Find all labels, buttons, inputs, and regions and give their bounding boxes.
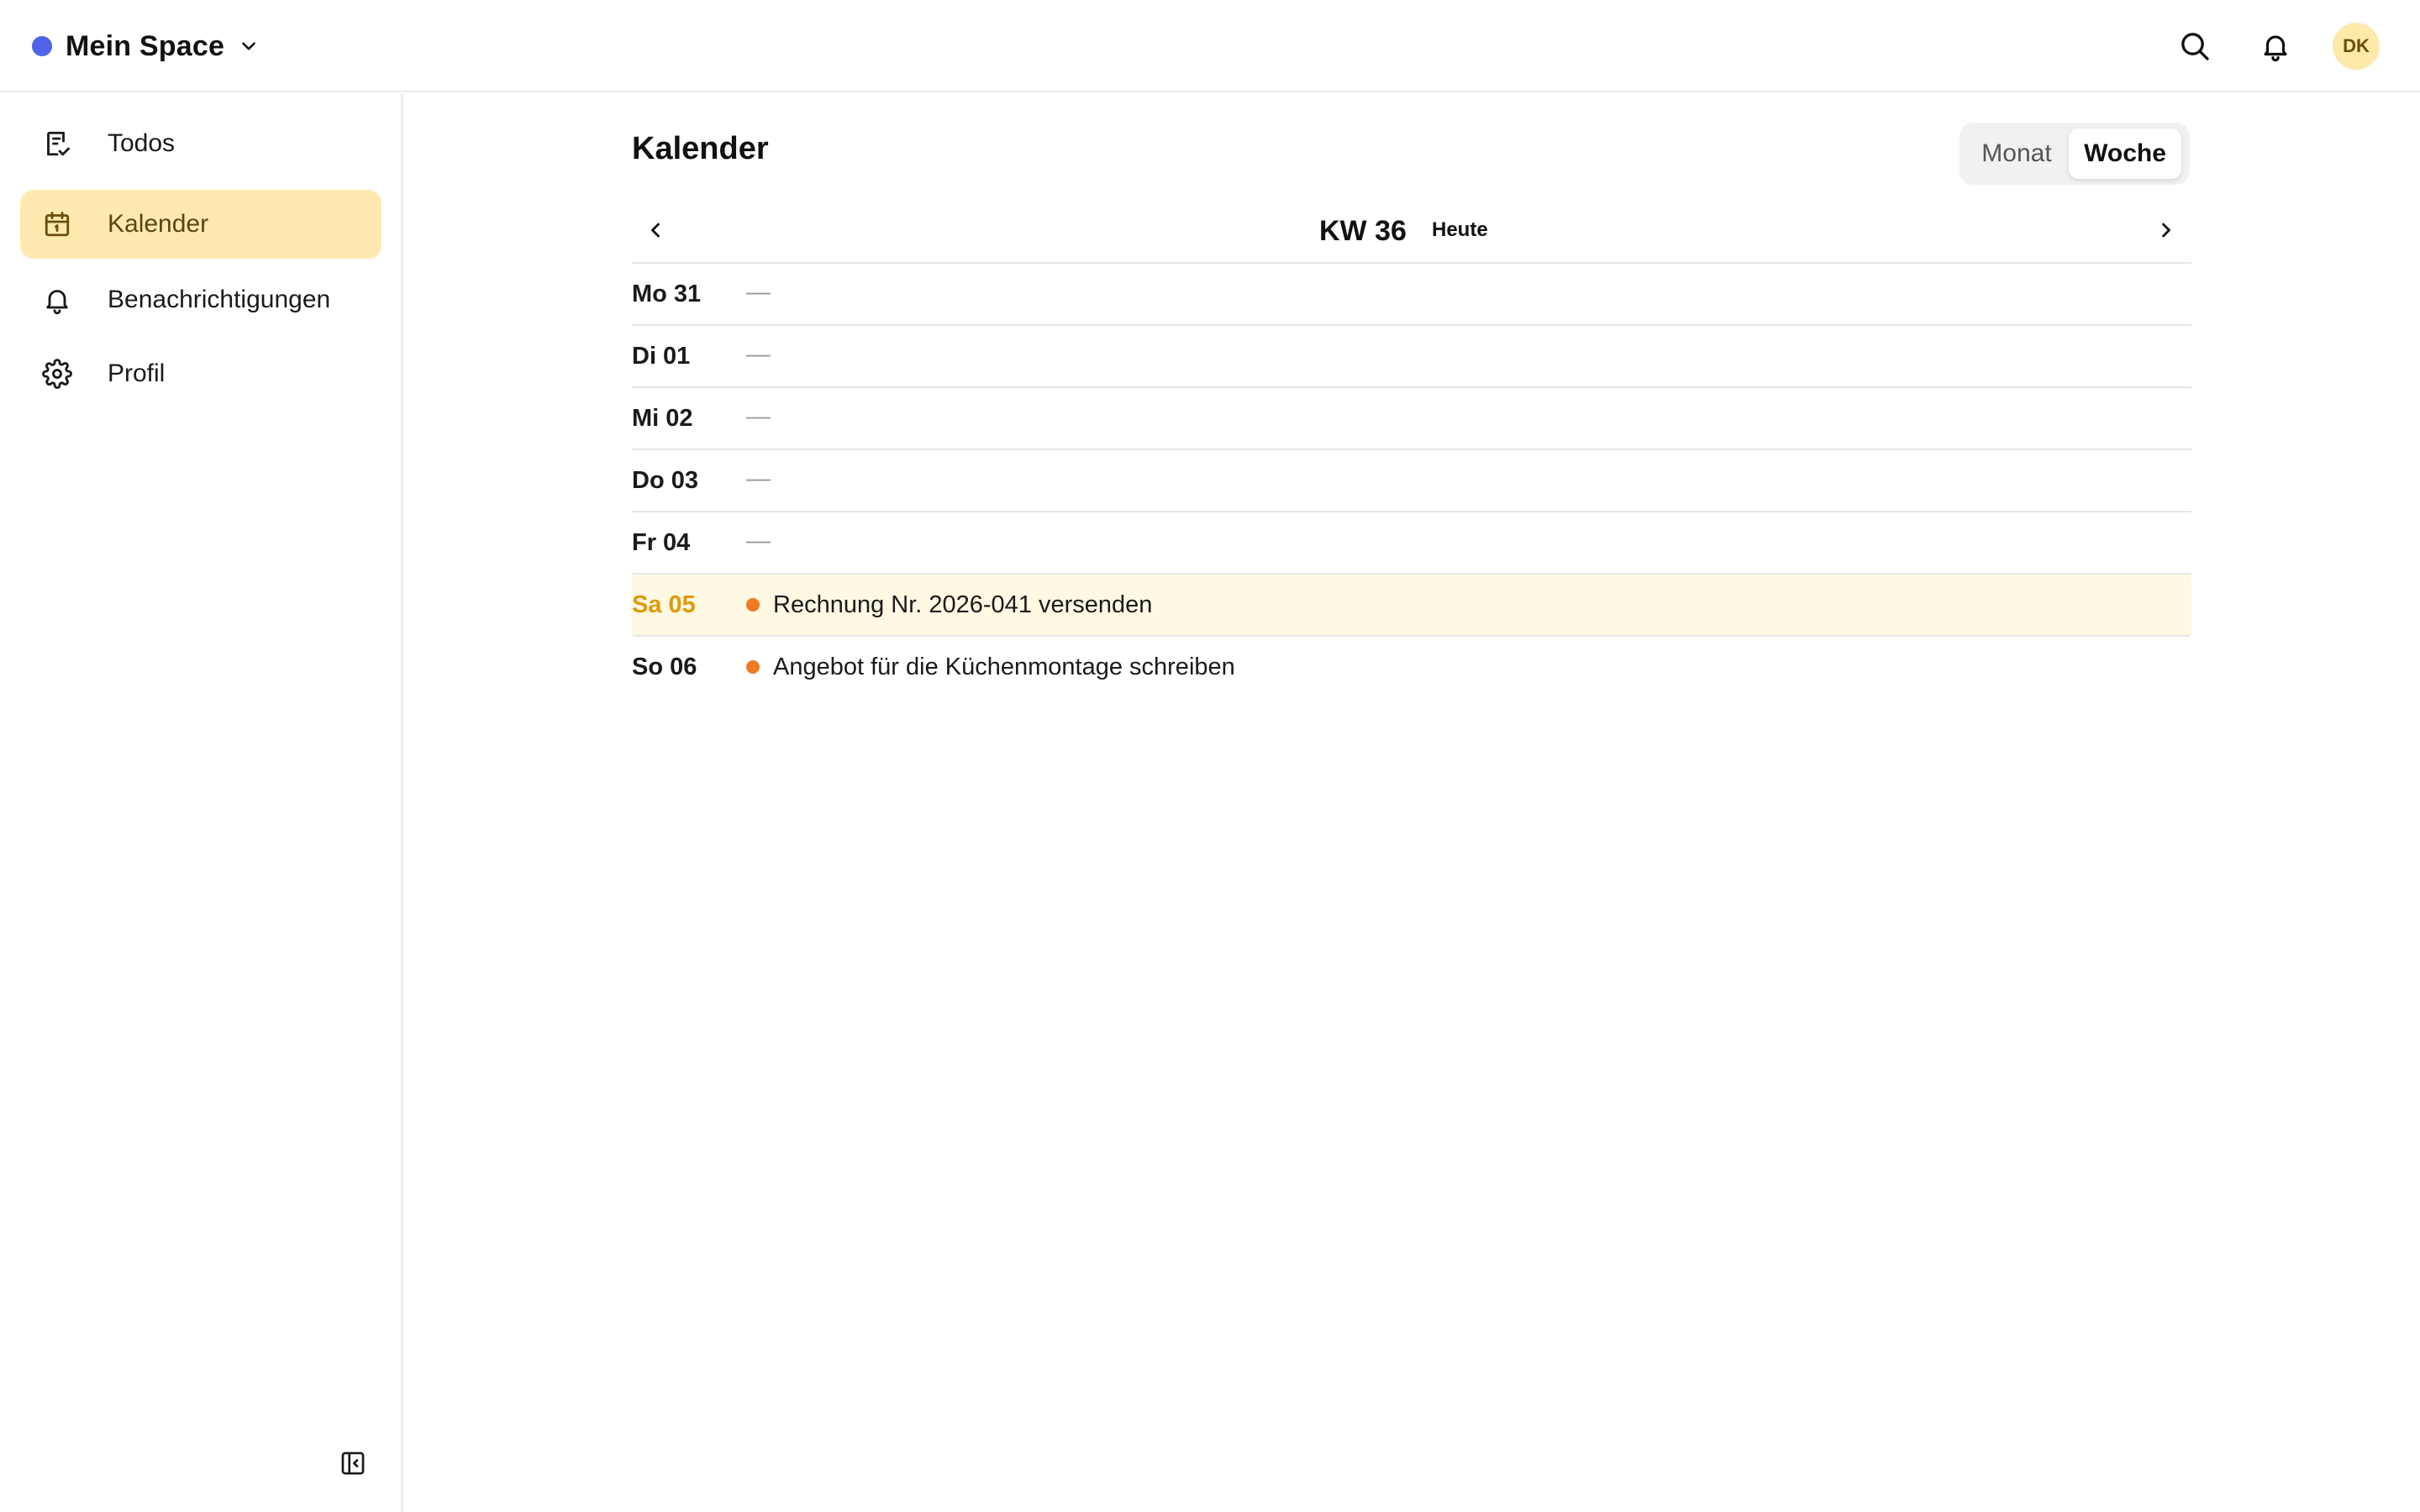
search-button[interactable] [2173,24,2217,68]
day-label: So 06 [632,654,697,680]
day-label: Mo 31 [632,281,702,307]
task-status-dot [746,660,760,674]
sidebar-item-benachrichtigungen[interactable]: Benachrichtigungen [20,265,381,334]
page-title: Kalender [632,131,769,166]
next-week-button[interactable] [2146,210,2186,250]
sidebar-item-todos[interactable]: Todos [20,109,381,178]
no-tasks-dash: — [746,465,771,492]
day-row: Di 01 — [632,326,2191,388]
sidebar-item-label: Profil [108,360,166,387]
space-name: Mein Space [66,29,225,62]
task-item[interactable]: Angebot für die Küchenmontage schreiben [746,652,1235,682]
day-row: Do 03 — [632,450,2191,512]
week-day-list: Mo 31 — Di 01 — Mi 02 — Do 03 — Fr 04 — … [632,264,2191,699]
sidebar-item-label: Kalender [108,210,209,238]
no-tasks-dash: — [746,279,771,306]
todo-list-icon [40,127,74,160]
view-week-button[interactable]: Woche [2069,129,2181,179]
day-label: Fr 04 [632,529,691,556]
space-switcher[interactable]: Mein Space [32,22,260,71]
today-button[interactable]: Heute [1432,218,1488,242]
day-label: Mi 02 [632,405,693,432]
notifications-button[interactable] [2254,24,2297,68]
no-tasks-dash: — [746,341,771,368]
user-avatar[interactable]: DK [2333,23,2380,70]
gear-icon [40,357,74,391]
week-label: KW 36 [1319,215,1407,247]
sidebar-item-profil[interactable]: Profil [20,339,381,408]
sidebar: Todos Kalender Benachrichtigungen Profil [0,94,403,1512]
day-row: So 06 Angebot für die Küchenmontage schr… [632,637,2191,699]
task-item[interactable]: Rechnung Nr. 2026-041 versenden [746,590,1152,620]
day-row: Fr 04 — [632,512,2191,575]
top-bar: Mein Space DK [0,0,2420,92]
calendar-icon [40,207,74,241]
no-tasks-dash: — [746,403,771,430]
bell-icon [40,283,74,317]
no-tasks-dash: — [746,528,771,554]
chevron-right-icon [2154,218,2178,242]
day-row-today: Sa 05 Rechnung Nr. 2026-041 versenden [632,575,2191,637]
sidebar-item-label: Benachrichtigungen [108,286,331,313]
task-title: Angebot für die Küchenmontage schreiben [773,653,1235,680]
chevron-down-icon [238,35,260,57]
day-label: Do 03 [632,467,698,494]
bell-icon [2260,30,2291,62]
sidebar-collapse-icon [339,1449,367,1478]
sidebar-collapse-button[interactable] [334,1445,371,1482]
chevron-left-icon [644,218,667,242]
space-color-dot [32,36,52,56]
view-month-button[interactable]: Monat [1965,129,2069,179]
avatar-initials: DK [2343,35,2370,56]
week-navigation: KW 36 Heute [632,198,2191,264]
sidebar-item-label: Todos [108,129,176,157]
day-row: Mo 31 — [632,264,2191,326]
search-icon [2178,29,2212,63]
previous-week-button[interactable] [635,210,676,250]
sidebar-item-kalender[interactable]: Kalender [20,190,381,259]
day-label-today: Sa 05 [632,591,696,618]
task-status-dot [746,598,760,612]
task-title: Rechnung Nr. 2026-041 versenden [773,591,1153,618]
day-label: Di 01 [632,343,691,370]
view-toggle: Monat Woche [1960,123,2190,185]
day-row: Mi 02 — [632,388,2191,450]
